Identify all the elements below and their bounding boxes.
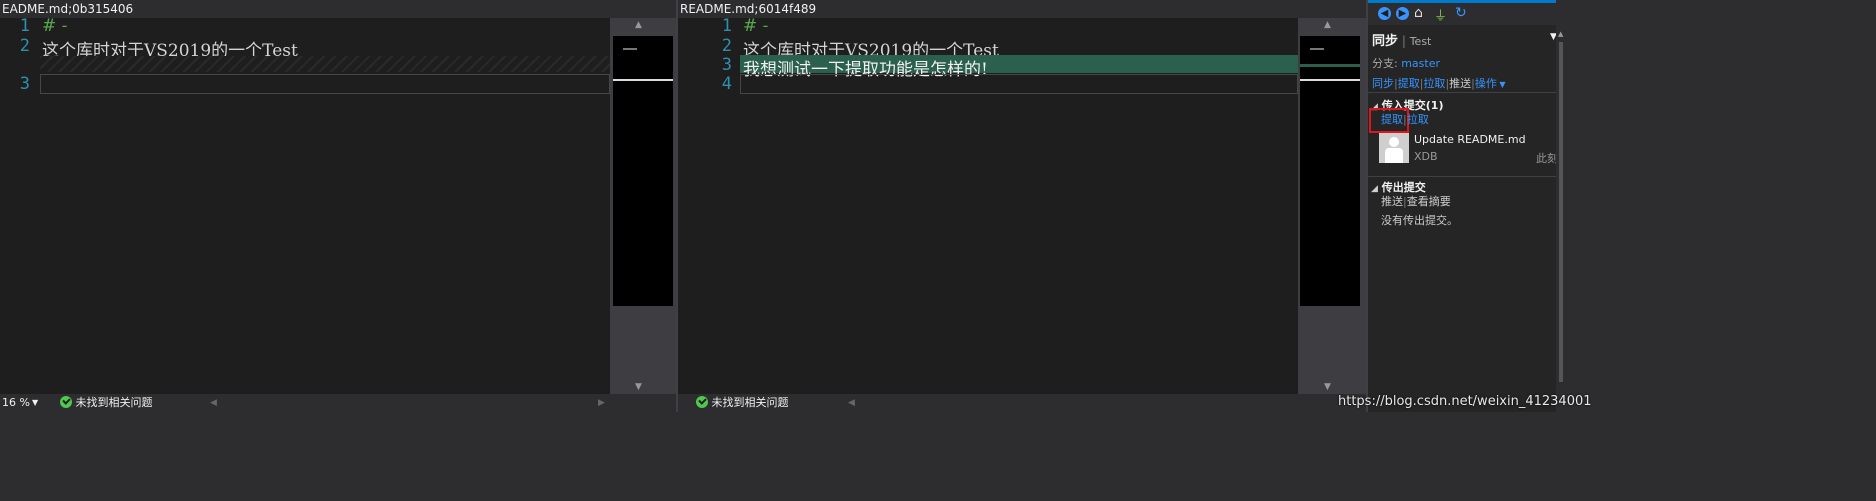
right-status-bar: 未找到相关问题 ◀ — [678, 394, 1298, 412]
no-issues-label: 未找到相关问题 — [711, 396, 789, 409]
push-link[interactable]: 推送 — [1449, 77, 1471, 90]
hscroll-left-icon[interactable]: ◀ — [210, 394, 217, 412]
code-line: # - — [743, 16, 769, 36]
commit-item[interactable]: Update README.md XDB 此刻 — [1378, 132, 1558, 166]
commit-title: Update README.md — [1414, 133, 1526, 146]
watermark: https://blog.csdn.net/weixin_41234001 — [1338, 394, 1592, 409]
minimap-text — [1310, 48, 1324, 50]
line-number: 1 — [19, 16, 30, 36]
check-icon — [696, 396, 708, 408]
branch-label: 分支: — [1372, 57, 1398, 70]
scroll-up-icon[interactable]: ▲ — [635, 20, 642, 30]
zoom-level[interactable]: 16 % — [2, 394, 30, 412]
left-overview-scrollbar[interactable]: ▲ ▼ — [610, 18, 676, 394]
code-line: # - — [42, 16, 68, 36]
minimap-text — [623, 48, 637, 50]
page-title-row: 同步 | Test — [1372, 34, 1432, 49]
incoming-actions: 提取|拉取 — [1381, 113, 1429, 126]
left-status-bar: 16 % ▼ 未找到相关问题 ◀ ▶ — [0, 394, 610, 412]
no-issues-status[interactable]: 未找到相关问题 — [60, 394, 153, 412]
scroll-up-icon[interactable]: ▲ — [1558, 30, 1563, 38]
fetch-link[interactable]: 提取 — [1398, 77, 1420, 90]
panel-scrollbar[interactable]: ▲ — [1556, 0, 1566, 412]
minimap-viewport-line — [1300, 79, 1360, 81]
line-number: 2 — [721, 36, 732, 56]
line-number: 1 — [721, 16, 732, 36]
left-minimap[interactable] — [613, 36, 673, 306]
current-line-highlight — [740, 74, 1298, 94]
no-issues-status[interactable]: 未找到相关问题 — [696, 394, 789, 412]
outgoing-push-link[interactable]: 推送 — [1381, 195, 1403, 208]
zoom-dropdown-icon[interactable]: ▼ — [32, 394, 38, 412]
plug-icon[interactable]: ⏚ — [1434, 5, 1447, 24]
current-line-highlight — [40, 74, 610, 94]
line-number: 2 — [19, 36, 30, 56]
branch-link[interactable]: master — [1401, 57, 1440, 70]
scroll-thumb[interactable] — [1559, 42, 1563, 382]
line-number: 4 — [721, 74, 732, 94]
view-summary-link[interactable]: 查看摘要 — [1407, 195, 1451, 208]
right-minimap[interactable] — [1300, 36, 1360, 306]
bottom-area — [0, 412, 1876, 501]
incoming-fetch-link[interactable]: 提取 — [1381, 113, 1403, 126]
sync-actions: 同步|提取|拉取|推送|操作 ▼ — [1372, 77, 1506, 90]
right-file-title: README.md;6014f489 — [680, 2, 817, 16]
sync-link[interactable]: 同步 — [1372, 77, 1394, 90]
avatar — [1379, 133, 1409, 163]
scroll-down-icon[interactable]: ▼ — [1324, 382, 1331, 392]
commit-author: XDB — [1414, 150, 1438, 163]
diff-placeholder — [40, 56, 610, 72]
left-tab-title[interactable]: EADME.md;0b315406 — [0, 0, 676, 18]
team-toolbar: ◀ ▶ ⌂ ⏚ ↻ — [1368, 3, 1566, 25]
left-file-title: EADME.md;0b315406 — [2, 2, 134, 16]
right-tab-title[interactable]: README.md;6014f489 — [678, 0, 1366, 18]
minimap-added-marker — [1300, 64, 1360, 67]
line-number: 3 — [19, 74, 30, 94]
minimap-viewport-line — [613, 79, 673, 81]
forward-icon[interactable]: ▶ — [1396, 7, 1409, 20]
no-outgoing-message: 没有传出提交。 — [1381, 214, 1458, 227]
page-title: 同步 — [1372, 34, 1399, 49]
branch-row: 分支: master — [1372, 55, 1440, 71]
actions-menu[interactable]: 操作 — [1475, 77, 1497, 90]
scroll-down-icon[interactable]: ▼ — [635, 382, 642, 392]
hscroll-left-icon[interactable]: ◀ — [848, 394, 855, 412]
outgoing-actions: 推送|查看摘要 — [1381, 195, 1451, 208]
scroll-up-icon[interactable]: ▲ — [1324, 20, 1331, 30]
no-issues-label: 未找到相关问题 — [75, 396, 153, 409]
pull-link[interactable]: 拉取 — [1423, 77, 1445, 90]
check-icon — [60, 396, 72, 408]
divider — [1368, 176, 1566, 177]
repo-name: Test — [1409, 35, 1432, 48]
right-overview-scrollbar[interactable]: ▲ ▼ — [1298, 18, 1366, 394]
line-number: 3 — [721, 55, 732, 75]
right-editor[interactable]: 1 # - 2 这个库时对于VS2019的一个Test 3 我想测试一下提取功能… — [678, 16, 1298, 394]
hscroll-right-icon[interactable]: ▶ — [598, 394, 605, 412]
back-icon[interactable]: ◀ — [1378, 7, 1391, 20]
incoming-pull-link[interactable]: 拉取 — [1407, 113, 1429, 126]
divider — [1368, 92, 1566, 93]
commit-time: 此刻 — [1536, 152, 1558, 165]
home-icon[interactable]: ⌂ — [1414, 5, 1423, 21]
team-explorer: ◀ ▶ ⌂ ⏚ ↻ 同步 | Test ▼ 分支: master 同步|提取|拉… — [1368, 0, 1566, 412]
collapse-icon[interactable]: ◢ — [1371, 184, 1378, 194]
left-editor[interactable]: 1 # - 2 这个库时对于VS2019的一个Test 3 — [0, 16, 610, 394]
refresh-icon[interactable]: ↻ — [1455, 5, 1467, 21]
